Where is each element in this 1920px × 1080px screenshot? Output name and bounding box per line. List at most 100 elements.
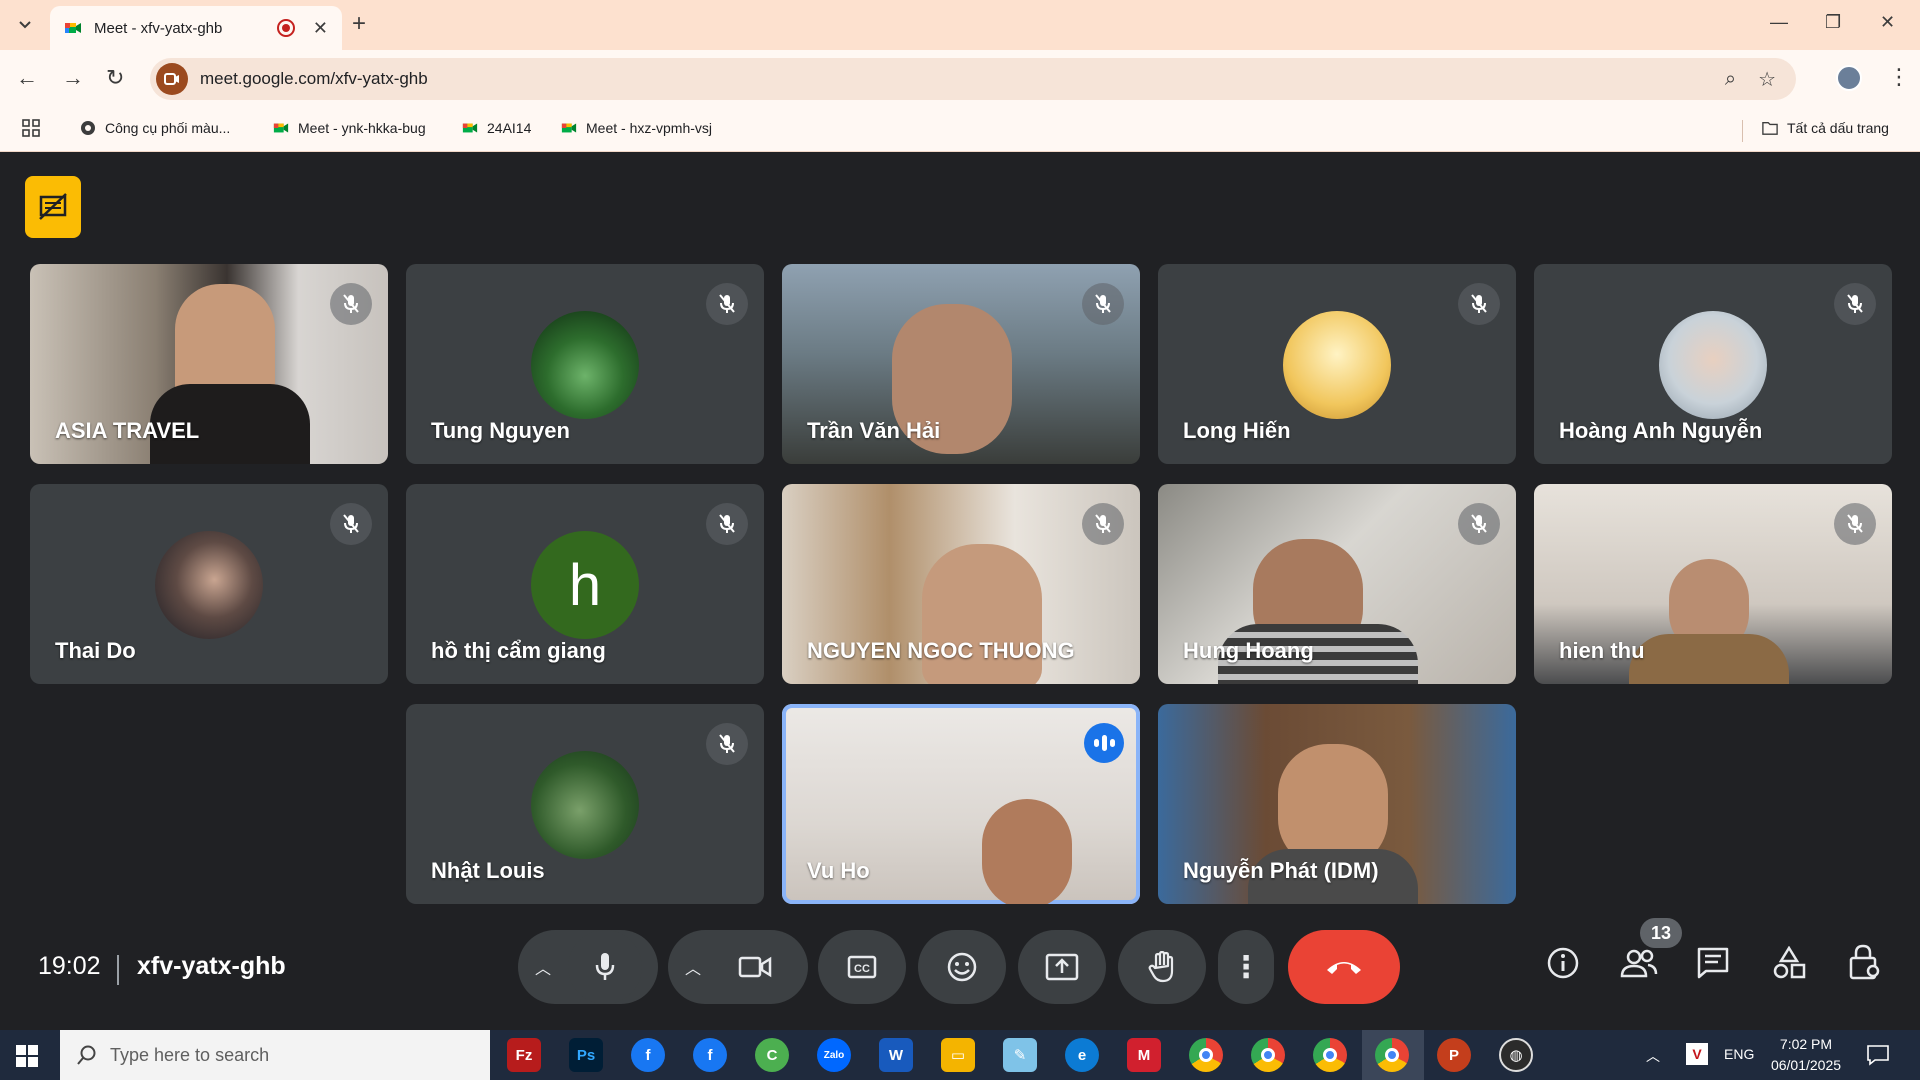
mendeley-icon[interactable]: M bbox=[1127, 1038, 1161, 1072]
file-explorer-icon[interactable]: ▭ bbox=[941, 1038, 975, 1072]
participant-name: ASIA TRAVEL bbox=[55, 418, 200, 443]
participant-tile[interactable]: Tung Nguyen bbox=[406, 264, 764, 464]
address-bar[interactable]: meet.google.com/xfv-yatx-ghb ⌕ ☆ bbox=[150, 58, 1796, 100]
reactions-button[interactable] bbox=[918, 930, 1006, 1004]
video-off-badge-icon bbox=[39, 193, 67, 220]
chrome-icon[interactable] bbox=[1189, 1038, 1223, 1072]
speaking-indicator-icon bbox=[1084, 723, 1124, 763]
mic-off-icon bbox=[1458, 283, 1500, 325]
edge-icon[interactable]: e bbox=[1065, 1038, 1099, 1072]
mic-off-icon bbox=[1458, 503, 1500, 545]
bookmark-item[interactable]: Meet - hxz-vpmh-vsj bbox=[561, 120, 712, 136]
microphone-button[interactable] bbox=[568, 930, 642, 1004]
avatar bbox=[531, 751, 639, 859]
all-bookmarks-button[interactable]: Tất cả dấu trang bbox=[1762, 120, 1889, 136]
camera-site-icon[interactable] bbox=[156, 63, 188, 95]
photoshop-icon[interactable]: Ps bbox=[569, 1038, 603, 1072]
participant-tile[interactable]: Trần Văn Hải bbox=[782, 264, 1140, 464]
word-icon[interactable]: W bbox=[879, 1038, 913, 1072]
activities-shapes-icon bbox=[1773, 945, 1806, 979]
notification-center-button[interactable] bbox=[1866, 1044, 1890, 1071]
participant-tile[interactable]: Thai Do bbox=[30, 484, 388, 684]
chrome-icon[interactable] bbox=[1313, 1038, 1347, 1072]
profile-avatar[interactable] bbox=[1836, 65, 1862, 91]
bookmark-star-icon[interactable]: ☆ bbox=[1758, 67, 1776, 92]
participant-tile[interactable]: Nhật Louis bbox=[406, 704, 764, 904]
system-clock[interactable]: 7:02 PM 06/01/2025 bbox=[1764, 1034, 1848, 1076]
obs-icon[interactable]: ◍ bbox=[1499, 1038, 1533, 1072]
zalo-icon[interactable]: Zalo bbox=[817, 1038, 851, 1072]
participant-name: Nguyễn Phát (IDM) bbox=[1183, 858, 1379, 883]
participant-tile[interactable]: Hung Hoang bbox=[1158, 484, 1516, 684]
globe-icon bbox=[81, 121, 95, 135]
close-tab-icon[interactable]: ✕ bbox=[313, 18, 328, 39]
ccleaner-icon[interactable]: C bbox=[755, 1038, 789, 1072]
people-button[interactable] bbox=[1620, 946, 1658, 985]
participant-tile[interactable]: Hoàng Anh Nguyễn bbox=[1534, 264, 1892, 464]
menu-kebab-icon[interactable]: ⋮ bbox=[1888, 64, 1910, 90]
filezilla-icon[interactable]: Fz bbox=[507, 1038, 541, 1072]
bookmark-item[interactable]: 24AI14 bbox=[462, 120, 531, 136]
reload-button[interactable]: ↻ bbox=[106, 66, 124, 90]
back-button[interactable]: ← bbox=[16, 66, 38, 90]
participant-tile[interactable]: hien thu bbox=[1534, 484, 1892, 684]
participant-name: Thai Do bbox=[55, 638, 136, 663]
present-screen-button[interactable] bbox=[1018, 930, 1106, 1004]
zoom-icon[interactable]: ⌕ bbox=[1725, 68, 1736, 91]
notepad-icon[interactable]: ✎ bbox=[1003, 1038, 1037, 1072]
host-controls-lock-button[interactable] bbox=[1848, 944, 1882, 987]
chevron-down-icon bbox=[19, 21, 31, 29]
participant-tile[interactable]: Long Hiến bbox=[1158, 264, 1516, 464]
camera-icon bbox=[738, 956, 772, 978]
apps-grid-icon[interactable] bbox=[22, 119, 40, 142]
start-button[interactable] bbox=[16, 1045, 38, 1072]
language-indicator[interactable]: ENG bbox=[1724, 1046, 1754, 1062]
closed-captions-icon: CC bbox=[847, 955, 877, 979]
participant-tile[interactable]: h hồ thị cẩm giang bbox=[406, 484, 764, 684]
facebook-icon[interactable]: f bbox=[631, 1038, 665, 1072]
minimize-button[interactable]: ― bbox=[1770, 12, 1788, 33]
activities-button[interactable] bbox=[1772, 945, 1806, 985]
meeting-details-button[interactable] bbox=[1546, 946, 1580, 985]
bookmarks-divider bbox=[1742, 120, 1743, 142]
raise-hand-button[interactable] bbox=[1118, 930, 1206, 1004]
leave-call-button[interactable] bbox=[1288, 930, 1400, 1004]
camera-button[interactable] bbox=[718, 930, 792, 1004]
close-window-button[interactable]: ✕ bbox=[1880, 12, 1895, 33]
chrome-icon[interactable] bbox=[1251, 1038, 1285, 1072]
meet-favicon-icon bbox=[561, 123, 577, 133]
restore-button[interactable]: ❐ bbox=[1825, 12, 1841, 33]
bookmark-label: Meet - ynk-hkka-bug bbox=[298, 120, 426, 136]
forward-button[interactable]: → bbox=[62, 66, 84, 90]
tab-meet[interactable]: Meet - xfv-yatx-ghb ✕ bbox=[50, 6, 342, 50]
participant-tile[interactable]: NGUYEN NGOC THUONG bbox=[782, 484, 1140, 684]
powerpoint-icon[interactable]: P bbox=[1437, 1038, 1471, 1072]
more-options-button[interactable]: ⋮ bbox=[1218, 930, 1274, 1004]
participant-count-badge: 13 bbox=[1640, 918, 1682, 948]
participant-name: Hoàng Anh Nguyễn bbox=[1559, 418, 1763, 443]
hang-up-icon bbox=[1327, 962, 1361, 974]
meeting-code: xfv-yatx-ghb bbox=[137, 952, 286, 980]
host-controls-button[interactable] bbox=[25, 176, 81, 238]
participant-tile-active-speaker[interactable]: Vu Ho bbox=[782, 704, 1140, 904]
lock-person-icon bbox=[1849, 944, 1880, 980]
facebook-icon[interactable]: f bbox=[693, 1038, 727, 1072]
meet-favicon-icon bbox=[273, 123, 289, 133]
video-options-chevron-icon[interactable]: ︿ bbox=[668, 955, 718, 979]
new-tab-button[interactable]: + bbox=[352, 12, 366, 36]
unikey-icon[interactable]: V bbox=[1686, 1043, 1708, 1065]
bookmark-item[interactable]: Công cụ phối màu... bbox=[80, 120, 230, 136]
bookmark-item[interactable]: Meet - ynk-hkka-bug bbox=[273, 120, 426, 136]
show-hidden-icons-chevron-icon[interactable]: ︿ bbox=[1646, 1046, 1660, 1066]
audio-options-chevron-icon[interactable]: ︿ bbox=[518, 955, 568, 979]
participant-tile[interactable]: Nguyễn Phát (IDM) bbox=[1158, 704, 1516, 904]
participant-tile[interactable]: ASIA TRAVEL bbox=[30, 264, 388, 464]
taskbar-search-box[interactable]: Type here to search bbox=[60, 1030, 490, 1080]
tab-search-button[interactable] bbox=[10, 11, 40, 39]
camera-control-group: ︿ bbox=[668, 930, 808, 1004]
avatar bbox=[1659, 311, 1767, 419]
participant-name: Vu Ho bbox=[807, 858, 870, 883]
chrome-icon-active[interactable] bbox=[1375, 1038, 1409, 1072]
chat-button[interactable] bbox=[1696, 946, 1730, 985]
captions-button[interactable]: CC bbox=[818, 930, 906, 1004]
